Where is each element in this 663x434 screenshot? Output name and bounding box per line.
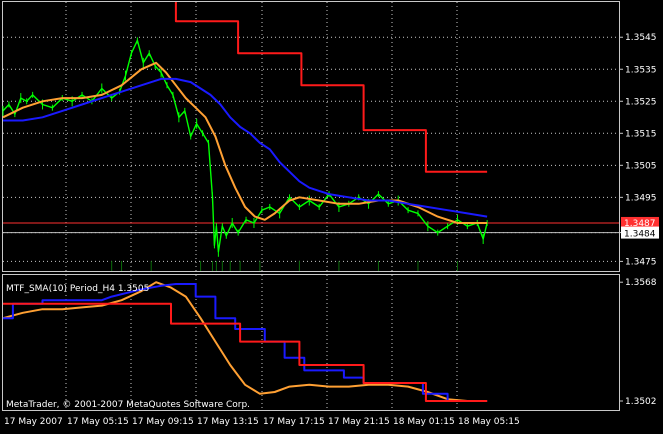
time-label: 17 May 05:15 [67,417,129,427]
price-tick-label: 1.3505 [625,161,657,171]
price-tick-label: 1.3535 [625,65,657,75]
indicator-label: MTF_SMA(10) Period_H4 1.3505 [6,284,149,294]
price-tick-label: 1.3545 [625,33,657,43]
price-tick-label: 1.3495 [625,193,657,203]
time-label: 17 May 21:15 [328,417,390,427]
price-tick-label: 1.3475 [625,257,657,267]
time-label: 17 May 09:15 [132,417,194,427]
copyright-text: MetaTrader, © 2001-2007 MetaQuotes Softw… [6,400,250,410]
price-tick-label: 1.3515 [625,129,657,139]
last-price-label: 1.3484 [624,230,656,240]
indicator-tick-label: 1.3568 [625,278,657,288]
time-label: 17 May 2007 [4,417,63,427]
price-chart[interactable]: 1.3545 1.3535 1.3525 1.3515 1.3505 1.3495 1.34… [0,0,663,430]
indicator-tick-label: 1.3502 [625,397,657,407]
chart-window[interactable]: 1.3545 1.3535 1.3525 1.3515 1.3505 1.3495 1.34… [0,0,663,430]
time-label: 18 May 05:15 [458,417,520,427]
time-label: 17 May 17:15 [263,417,325,427]
price-tick-label: 1.3525 [625,97,657,107]
time-label: 17 May 13:15 [197,417,259,427]
time-label: 18 May 01:15 [393,417,455,427]
